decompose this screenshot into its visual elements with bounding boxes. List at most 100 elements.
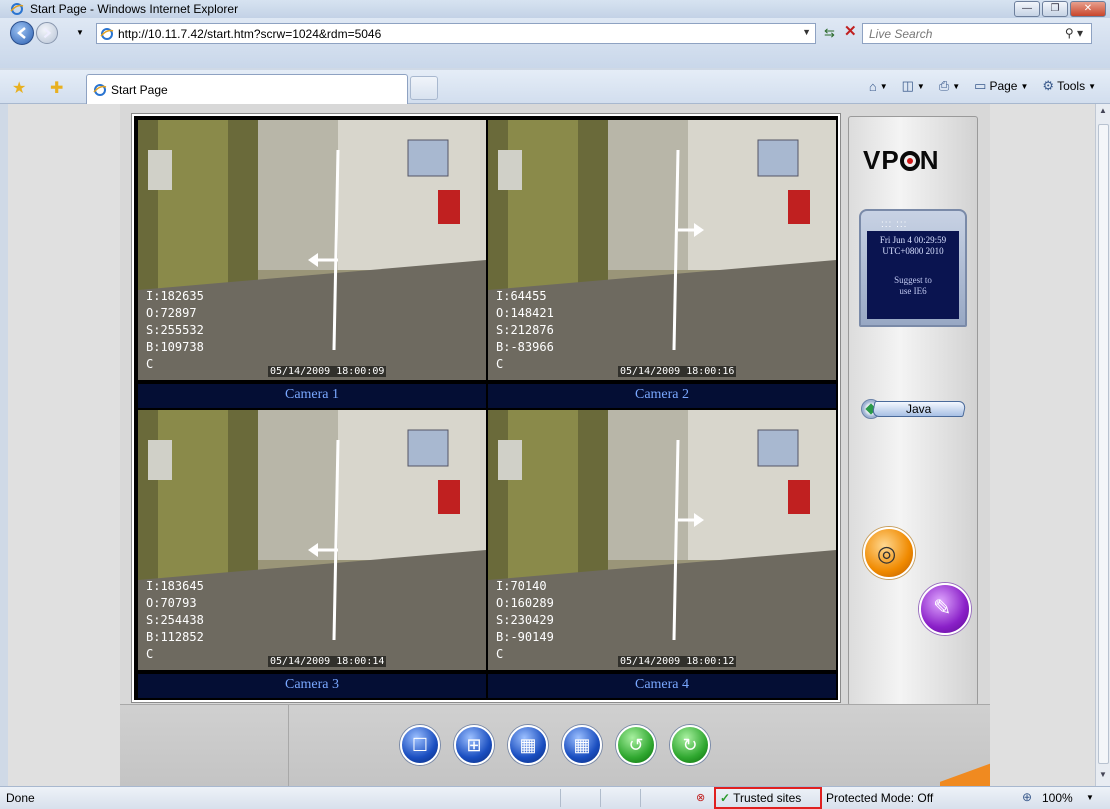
forward-button[interactable] bbox=[36, 22, 58, 44]
security-zone[interactable]: ✓ Trusted sites bbox=[714, 787, 822, 809]
camera-view-1[interactable]: I:182635 O:72897 S:255532 B:109738 C 05/14/2… bbox=[138, 120, 486, 408]
camera-view-4[interactable]: I:70140 O:160289 S:230429 B:-90149 C 05/14/2… bbox=[488, 410, 836, 698]
page-menu-icon: ▭ bbox=[974, 78, 987, 93]
counter-line: I:182635 bbox=[146, 289, 204, 303]
counter-line: O:148421 bbox=[496, 306, 554, 320]
stop-icon[interactable]: ✕ bbox=[844, 22, 857, 40]
close-button[interactable]: ✕ bbox=[1070, 1, 1106, 17]
window-title: Start Page - Windows Internet Explorer bbox=[30, 2, 239, 16]
page-menu[interactable]: ▭ Page ▼ bbox=[974, 78, 1028, 94]
quad-view-button[interactable]: ⊞ bbox=[454, 725, 494, 765]
counter-line: C bbox=[496, 647, 504, 661]
counter-line: C bbox=[146, 647, 154, 661]
zone-label: Trusted sites bbox=[733, 791, 802, 805]
sixteen-view-button[interactable]: ▦ bbox=[562, 725, 602, 765]
feeds-button[interactable]: ◫ ▼ bbox=[902, 78, 925, 94]
home-button[interactable]: ⌂ ▼ bbox=[869, 79, 888, 94]
settings-tools-button[interactable]: ✎ bbox=[919, 583, 971, 635]
search-placeholder: Live Search bbox=[869, 27, 933, 41]
camera-counter-stats: I:183645 O:70793 S:254438 B:112852 C bbox=[146, 578, 204, 663]
java-label: Java bbox=[906, 402, 932, 416]
camera-timestamp: 05/14/2009 18:00:12 bbox=[618, 656, 737, 667]
single-view-icon: ☐ bbox=[411, 735, 429, 755]
camera-caption: Camera 1 bbox=[138, 384, 486, 408]
layout-toolbar: ☐ ⊞ ▦ ▦ ↺ ↻ bbox=[120, 704, 990, 787]
maximize-button[interactable]: ❐ bbox=[1042, 1, 1068, 17]
camera-timestamp: 05/14/2009 18:00:14 bbox=[268, 656, 387, 667]
rotate-left-button[interactable]: ↺ bbox=[616, 725, 656, 765]
camera-timestamp: 05/14/2009 18:00:16 bbox=[618, 366, 737, 377]
window-controls: — ❐ ✕ bbox=[1014, 1, 1106, 17]
scroll-up-icon[interactable]: ▲ bbox=[1099, 106, 1107, 115]
zoom-level[interactable]: 100% bbox=[1042, 791, 1073, 805]
recent-pages-dropdown-icon[interactable]: ▼ bbox=[76, 28, 84, 37]
add-favorite-icon[interactable]: ✚ bbox=[50, 78, 63, 98]
home-icon: ⌂ bbox=[868, 78, 877, 94]
minimize-button[interactable]: — bbox=[1014, 1, 1040, 17]
url-text[interactable]: http://10.11.7.42/start.htm?scrw=1024&rd… bbox=[118, 27, 381, 41]
camera-timestamp: 05/14/2009 18:00:09 bbox=[268, 366, 387, 377]
tab-row: ★ ✚ Start Page ⌂ ▼ ◫ ▼ ⎙ ▼ ▭ Page ▼ ⚙ Tools ▼ bbox=[0, 70, 1110, 104]
page-menu-label: Page bbox=[989, 79, 1018, 93]
toolbar-divider bbox=[288, 705, 289, 787]
zoom-icon: ⊕ bbox=[1022, 790, 1033, 804]
url-field[interactable]: http://10.11.7.42/start.htm?scrw=1024&rd… bbox=[96, 23, 816, 44]
url-dropdown-icon[interactable]: ▼ bbox=[802, 27, 811, 37]
refresh-icon[interactable]: ⇆ bbox=[824, 25, 835, 41]
nine-view-button[interactable]: ▦ bbox=[508, 725, 548, 765]
camera-view-3[interactable]: I:183645 O:70793 S:254438 B:112852 C 05/14/2… bbox=[138, 410, 486, 698]
page-icon bbox=[93, 83, 107, 96]
print-button[interactable]: ⎙ ▼ bbox=[939, 78, 960, 94]
counter-line: B:112852 bbox=[146, 630, 204, 644]
checkmark-icon: ✓ bbox=[720, 791, 731, 805]
nine-view-icon: ▦ bbox=[519, 735, 537, 755]
camera-counter-stats: I:182635 O:72897 S:255532 B:109738 C bbox=[146, 288, 204, 373]
ie-logo-icon bbox=[10, 3, 24, 15]
clock-screen: Fri Jun 4 00:29:59 UTC+0800 2010 Suggest… bbox=[867, 231, 959, 319]
decorative-corner bbox=[940, 754, 990, 786]
command-bar: ⌂ ▼ ◫ ▼ ⎙ ▼ ▭ Page ▼ ⚙ Tools ▼ bbox=[869, 78, 1096, 94]
zoom-dropdown-icon[interactable]: ▼ bbox=[1086, 793, 1094, 802]
clock-widget: ::: ::: Fri Jun 4 00:29:59 UTC+0800 2010… bbox=[859, 209, 967, 327]
gear-icon: ⚙ bbox=[1042, 78, 1055, 93]
counter-line: O:70793 bbox=[146, 596, 197, 610]
tab-start-page[interactable]: Start Page bbox=[86, 74, 408, 104]
tools-menu[interactable]: ⚙ Tools ▼ bbox=[1042, 78, 1096, 94]
scroll-down-icon[interactable]: ▼ bbox=[1099, 770, 1107, 779]
camera-caption: Camera 4 bbox=[488, 674, 836, 698]
new-tab-button[interactable] bbox=[410, 76, 438, 100]
tools-icon: ✎ bbox=[933, 595, 952, 620]
clock-dots: ::: ::: bbox=[881, 219, 908, 230]
favorites-star-icon[interactable]: ★ bbox=[12, 78, 26, 98]
side-panel: VP N ::: ::: Fri Jun 4 00:29:59 UTC+0800 … bbox=[848, 116, 978, 706]
counter-line: O:72897 bbox=[146, 306, 197, 320]
browser-window: Start Page - Windows Internet Explorer —… bbox=[0, 0, 1110, 809]
counter-line: S:254438 bbox=[146, 613, 204, 627]
camera-counter-stats: I:70140 O:160289 S:230429 B:-90149 C bbox=[496, 578, 554, 663]
blocked-icon[interactable]: ⊗ bbox=[696, 791, 705, 804]
playback-disc-button[interactable]: ◎ bbox=[863, 527, 915, 579]
forward-arrow-icon bbox=[43, 27, 52, 39]
counter-line: B:-83966 bbox=[496, 340, 554, 354]
camera-caption: Camera 2 bbox=[488, 384, 836, 408]
address-bar-row: ▼ http://10.11.7.42/start.htm?scrw=1024&… bbox=[0, 18, 1110, 68]
scroll-thumb[interactable] bbox=[1098, 124, 1109, 764]
camera-counter-stats: I:64455 O:148421 S:212876 B:-83966 C bbox=[496, 288, 554, 373]
search-icon[interactable]: ⚲ ▾ bbox=[1065, 26, 1083, 40]
counter-line: O:160289 bbox=[496, 596, 554, 610]
rotate-right-button[interactable]: ↻ bbox=[670, 725, 710, 765]
counter-line: I:183645 bbox=[146, 579, 204, 593]
rotate-left-icon: ↺ bbox=[628, 735, 644, 755]
status-bar: Done ⊗ ✓ Trusted sites Protected Mode: O… bbox=[0, 786, 1110, 809]
clock-date: Fri Jun 4 00:29:59 bbox=[879, 235, 947, 245]
back-button[interactable] bbox=[10, 21, 34, 45]
counter-line: S:230429 bbox=[496, 613, 554, 627]
vertical-scrollbar[interactable]: ▲ ▼ bbox=[1095, 104, 1110, 786]
protected-mode-status: Protected Mode: Off bbox=[826, 791, 934, 805]
page-margin-left bbox=[8, 104, 120, 786]
java-button[interactable]: Java bbox=[859, 399, 969, 419]
single-view-button[interactable]: ☐ bbox=[400, 725, 440, 765]
camera-view-2[interactable]: I:64455 O:148421 S:212876 B:-83966 C 05/14/2… bbox=[488, 120, 836, 408]
search-input[interactable]: Live Search ⚲ ▾ bbox=[862, 23, 1092, 44]
status-text: Done bbox=[6, 791, 35, 805]
